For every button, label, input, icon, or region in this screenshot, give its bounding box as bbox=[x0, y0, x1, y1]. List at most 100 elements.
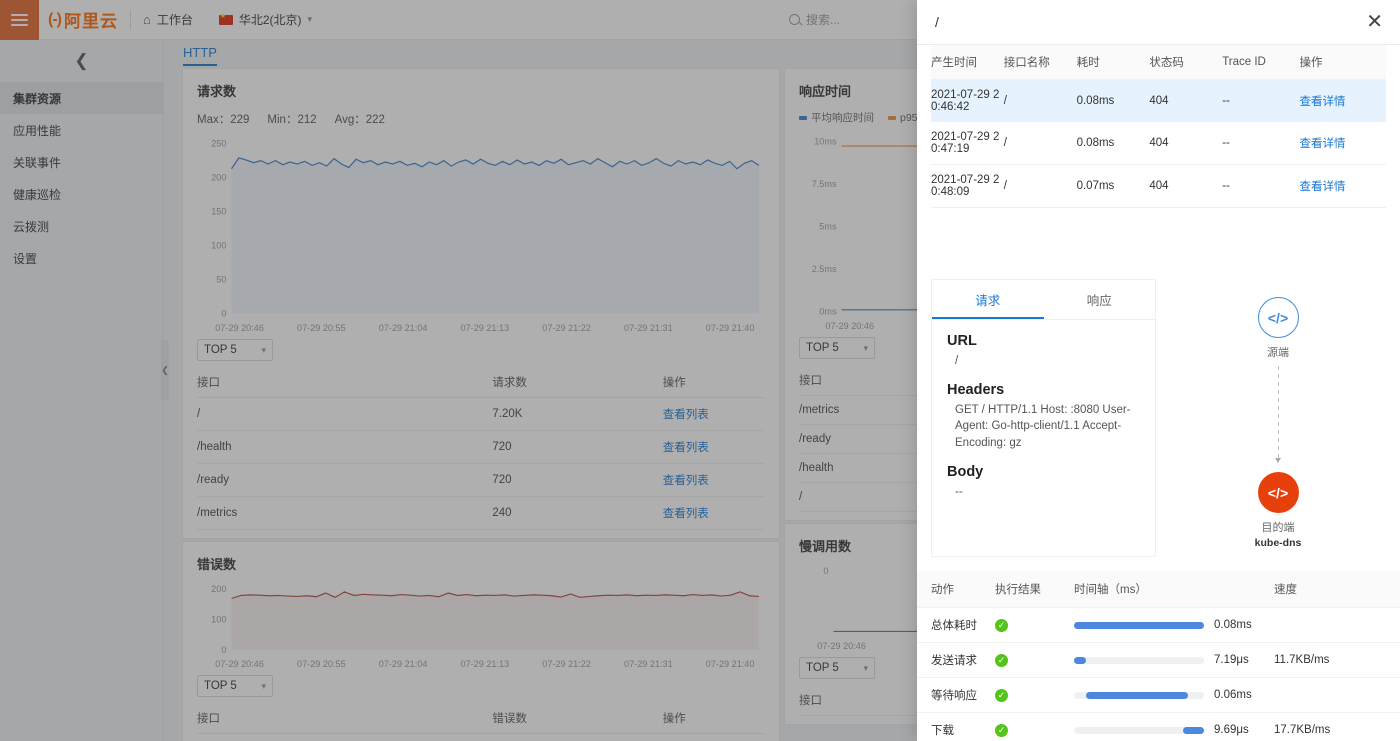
url-value: / bbox=[955, 355, 959, 367]
cell-action: 发送请求 bbox=[917, 642, 995, 678]
headers-heading: Headers bbox=[947, 381, 1005, 398]
cell-speed bbox=[1274, 677, 1400, 713]
tab-response[interactable]: 响应 bbox=[1044, 280, 1156, 319]
request-detail-inner: 请求 响应 URL / Headers GET / HTTP/1.1 Host:… bbox=[931, 279, 1400, 557]
cell-timeline: 9.69μs bbox=[1074, 712, 1274, 741]
topology-diagram: </> 源端 </> 目的端 kube-dns bbox=[1156, 279, 1400, 557]
body-heading: Body bbox=[947, 463, 984, 480]
destination-node-name: kube-dns bbox=[1254, 537, 1302, 549]
code-icon: </> bbox=[1267, 484, 1289, 501]
timeline-bar-fill bbox=[1183, 726, 1204, 734]
destination-node[interactable]: </> bbox=[1257, 472, 1299, 513]
timeline-bar-fill bbox=[1085, 691, 1189, 699]
cell-result: ✓ bbox=[995, 712, 1074, 741]
cell-timeline: 0.06ms bbox=[1074, 677, 1274, 713]
body-value: -- bbox=[955, 485, 963, 498]
url-heading: URL bbox=[947, 333, 977, 349]
cell-trace-id: -- bbox=[1222, 79, 1300, 122]
cell-trace-id: -- bbox=[1222, 164, 1300, 208]
col-timeline-ms: 时间轴（ms） bbox=[1074, 571, 1274, 608]
col-trace-id: Trace ID bbox=[1222, 45, 1300, 80]
cell-time: 2021-07-29 20:47:19 bbox=[931, 122, 1004, 165]
cell-timeline: 7.19μs bbox=[1074, 642, 1274, 678]
cell-api-name: / bbox=[1003, 122, 1077, 165]
cell-time: 2021-07-29 20:48:09 bbox=[931, 164, 1004, 208]
close-icon[interactable]: ✕ bbox=[1366, 12, 1383, 32]
timeline-bar-track bbox=[1074, 656, 1204, 664]
success-check-icon: ✓ bbox=[995, 688, 1008, 702]
col-action: 动作 bbox=[917, 571, 995, 608]
table-row: 等待响应 ✓ 0.06ms bbox=[917, 677, 1400, 713]
table-row[interactable]: 2021-07-29 20:47:19 / 0.08ms 404 -- 查看详情 bbox=[931, 122, 1386, 165]
timeline-duration-value: 0.06ms bbox=[1214, 689, 1252, 701]
table-header-row: 产生时间 接口名称 耗时 状态码 Trace ID 操作 bbox=[931, 45, 1386, 80]
cell-action: 下载 bbox=[917, 712, 995, 741]
request-response-tabs: 请求 响应 bbox=[932, 280, 1155, 320]
cell-action-view-detail[interactable]: 查看详情 bbox=[1299, 79, 1386, 122]
col-action: 操作 bbox=[1299, 45, 1386, 80]
topology-connector-arrow-icon bbox=[1274, 366, 1281, 463]
cell-api-name: / bbox=[1003, 164, 1077, 208]
cell-action-view-detail[interactable]: 查看详情 bbox=[1299, 164, 1386, 208]
cell-api-name: / bbox=[1003, 79, 1077, 122]
table-row: 发送请求 ✓ 7.19μs 11.7KB/ms bbox=[917, 642, 1400, 678]
table-row[interactable]: 2021-07-29 20:48:09 / 0.07ms 404 -- 查看详情 bbox=[931, 164, 1386, 208]
table-row[interactable]: 2021-07-29 20:46:42 / 0.08ms 404 -- 查看详情 bbox=[931, 79, 1386, 122]
col-speed: 速度 bbox=[1274, 571, 1400, 608]
cell-result: ✓ bbox=[995, 607, 1074, 643]
cell-timeline: 0.08ms bbox=[1074, 607, 1274, 643]
cell-speed: 17.7KB/ms bbox=[1274, 712, 1400, 741]
success-check-icon: ✓ bbox=[995, 653, 1008, 667]
col-time: 产生时间 bbox=[931, 45, 1004, 80]
destination-node-label: 目的端 bbox=[1261, 522, 1295, 534]
cell-time: 2021-07-29 20:46:42 bbox=[931, 79, 1004, 122]
request-detail-content: URL / Headers GET / HTTP/1.1 Host: :8080… bbox=[932, 320, 1155, 525]
col-status-code: 状态码 bbox=[1149, 45, 1223, 80]
cell-action-view-detail[interactable]: 查看详情 bbox=[1299, 122, 1386, 165]
timeline-bar-track bbox=[1074, 621, 1204, 629]
table-trace-list: 产生时间 接口名称 耗时 状态码 Trace ID 操作 2021-07-29 … bbox=[931, 45, 1386, 208]
trace-detail-modal: / ✕ 产生时间 接口名称 耗时 状态码 Trace ID 操作 2021-07… bbox=[917, 0, 1400, 741]
table-row: 总体耗时 ✓ 0.08ms bbox=[917, 607, 1400, 643]
modal-title: / bbox=[935, 14, 939, 30]
timeline-bar-track bbox=[1074, 691, 1204, 699]
timeline-duration-value: 9.69μs bbox=[1214, 724, 1249, 736]
timeline-table-wrap: 动作 执行结果 时间轴（ms） 速度 总体耗时 ✓ 0.08ms 发送请求 ✓ 7.19μ… bbox=[917, 571, 1400, 741]
cell-status-code: 404 bbox=[1149, 122, 1223, 165]
cell-result: ✓ bbox=[995, 677, 1074, 713]
timeline-bar-track bbox=[1074, 726, 1204, 734]
screen-root: (-) 阿里云 ⌂ 工作台 华北2(北京) ▾ 搜索... ❮ bbox=[0, 0, 1400, 741]
cell-action: 等待响应 bbox=[917, 677, 995, 713]
col-api-name: 接口名称 bbox=[1003, 45, 1077, 80]
timeline-duration-value: 7.19μs bbox=[1214, 654, 1249, 666]
code-icon: </> bbox=[1267, 309, 1289, 326]
cell-cost: 0.08ms bbox=[1076, 122, 1150, 165]
cell-cost: 0.07ms bbox=[1076, 164, 1150, 208]
cell-action: 总体耗时 bbox=[917, 607, 995, 643]
cell-result: ✓ bbox=[995, 642, 1074, 678]
table-header-row: 动作 执行结果 时间轴（ms） 速度 bbox=[917, 571, 1400, 608]
cell-speed bbox=[1274, 607, 1400, 643]
table-row: 下载 ✓ 9.69μs 17.7KB/ms bbox=[917, 712, 1400, 741]
modal-body: 产生时间 接口名称 耗时 状态码 Trace ID 操作 2021-07-29 … bbox=[917, 45, 1400, 741]
request-response-panel: 请求 响应 URL / Headers GET / HTTP/1.1 Host:… bbox=[931, 279, 1156, 557]
tab-request[interactable]: 请求 bbox=[932, 280, 1044, 319]
cell-speed: 11.7KB/ms bbox=[1274, 642, 1400, 678]
cell-trace-id: -- bbox=[1222, 122, 1300, 165]
timeline-bar-fill bbox=[1074, 621, 1204, 629]
success-check-icon: ✓ bbox=[995, 618, 1008, 632]
col-result: 执行结果 bbox=[995, 571, 1074, 608]
table-timeline: 动作 执行结果 时间轴（ms） 速度 总体耗时 ✓ 0.08ms 发送请求 ✓ 7.19μ… bbox=[917, 571, 1400, 741]
col-cost: 耗时 bbox=[1076, 45, 1150, 80]
source-node-label: 源端 bbox=[1267, 347, 1289, 359]
timeline-bar-fill bbox=[1074, 656, 1086, 664]
headers-value: GET / HTTP/1.1 Host: :8080 User-Agent: G… bbox=[955, 403, 1131, 450]
modal-header: / ✕ bbox=[917, 0, 1400, 45]
success-check-icon: ✓ bbox=[995, 723, 1008, 737]
timeline-duration-value: 0.08ms bbox=[1214, 619, 1252, 631]
trace-table-wrap: 产生时间 接口名称 耗时 状态码 Trace ID 操作 2021-07-29 … bbox=[917, 45, 1400, 208]
cell-cost: 0.08ms bbox=[1076, 79, 1150, 122]
cell-status-code: 404 bbox=[1149, 164, 1223, 208]
cell-status-code: 404 bbox=[1149, 79, 1223, 122]
source-node[interactable]: </> bbox=[1257, 297, 1299, 338]
